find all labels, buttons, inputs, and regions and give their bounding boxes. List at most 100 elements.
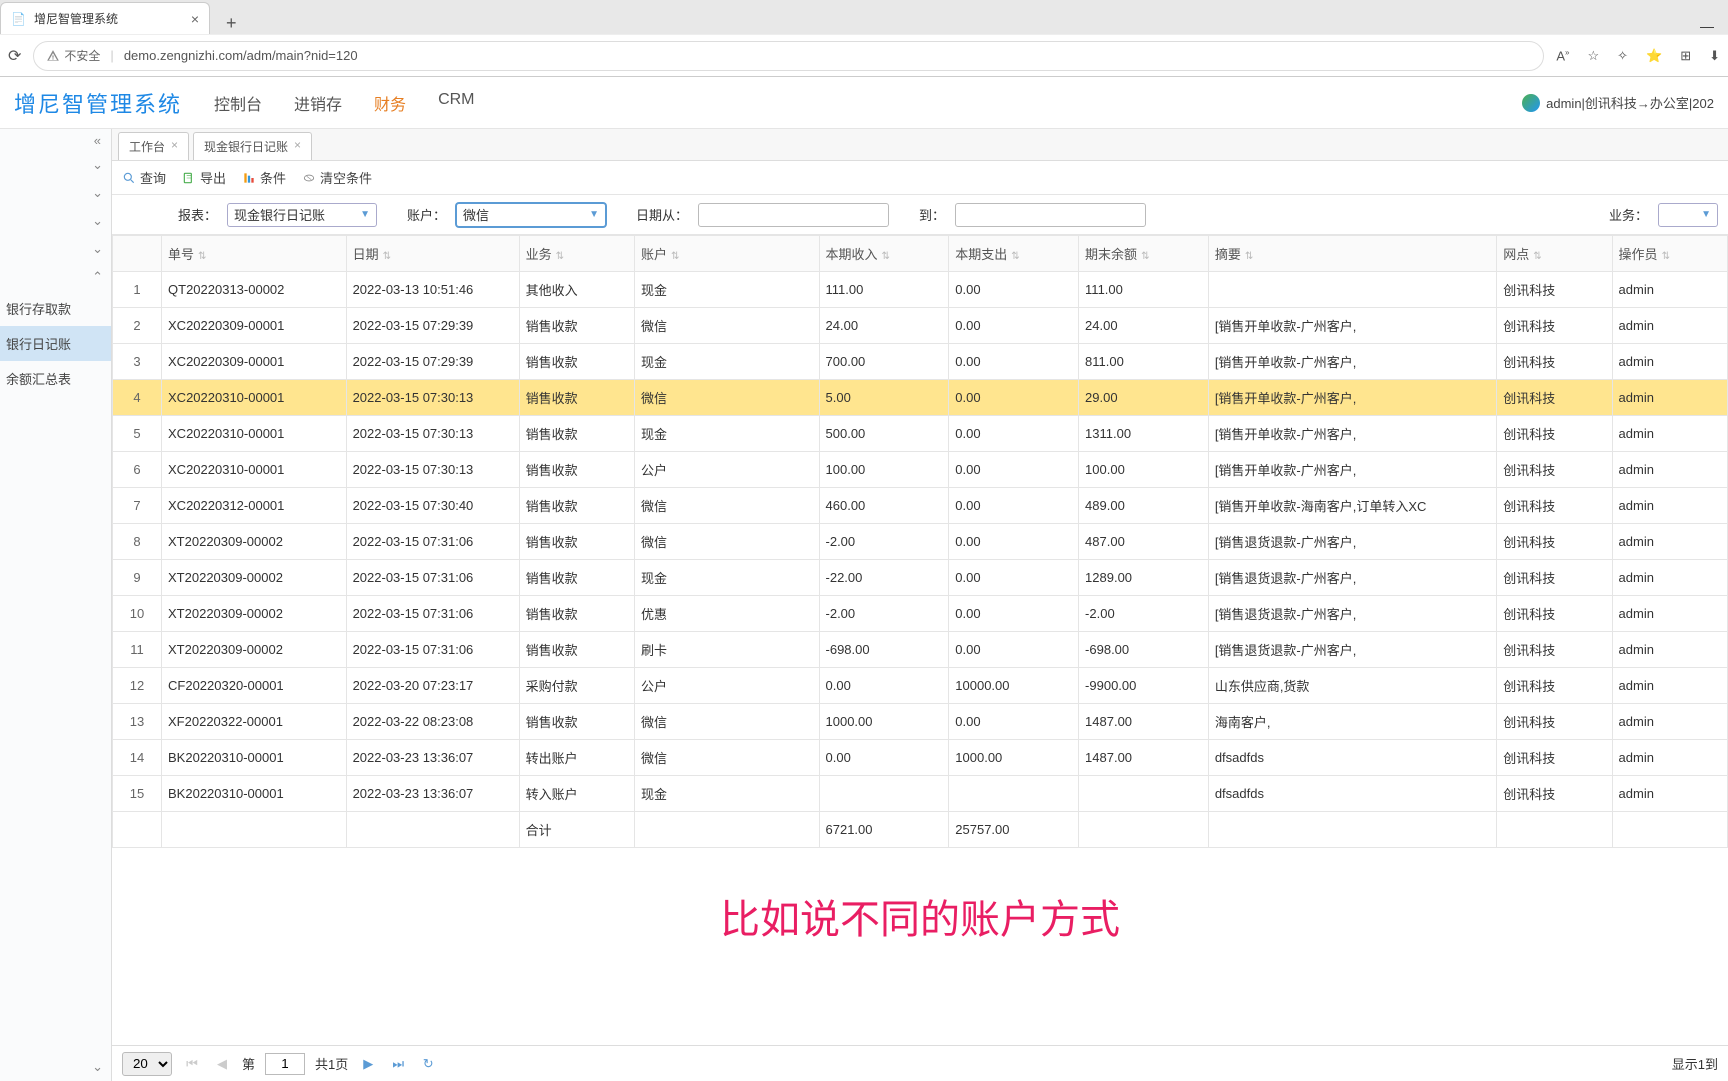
sidebar-section-toggle[interactable]: ⌄ [0, 207, 111, 235]
column-header[interactable]: 期末余额⇅ [1079, 236, 1209, 272]
total-pages-label: 共1页 [315, 1054, 348, 1073]
minimize-icon[interactable]: — [1700, 18, 1714, 34]
reload-button[interactable]: ↻ [418, 1056, 438, 1072]
table-row[interactable]: 11XT20220309-000022022-03-15 07:31:06销售收… [113, 632, 1728, 668]
table-row[interactable]: 15BK20220310-000012022-03-23 13:36:07转入账… [113, 776, 1728, 812]
page-input[interactable] [265, 1053, 305, 1075]
table-row[interactable]: 2XC20220309-000012022-03-15 07:29:39销售收款… [113, 308, 1728, 344]
next-page-button[interactable]: ▶ [358, 1056, 378, 1072]
collections-icon[interactable]: ⊞ [1680, 48, 1691, 64]
column-header[interactable]: 本期支出⇅ [949, 236, 1079, 272]
close-icon[interactable]: × [171, 138, 178, 155]
prev-page-button[interactable]: ◀ [212, 1056, 232, 1072]
table-row[interactable]: 12CF20220320-000012022-03-20 07:23:17采购付… [113, 668, 1728, 704]
page-label-prefix: 第 [242, 1054, 255, 1073]
column-header[interactable]: 摘要⇅ [1208, 236, 1496, 272]
column-header[interactable]: 操作员⇅ [1612, 236, 1727, 272]
account-select[interactable]: 微信 ▼ [456, 203, 606, 227]
inner-tab[interactable]: 现金银行日记账× [193, 132, 312, 160]
nav-item[interactable]: CRM [436, 87, 476, 119]
insecure-badge: 不安全 [46, 47, 100, 64]
column-header[interactable]: 单号⇅ [162, 236, 347, 272]
warning-icon [46, 49, 60, 63]
footer-row: 合计6721.0025757.00 [113, 812, 1728, 848]
export-button[interactable]: 导出 [182, 168, 226, 187]
search-button[interactable]: 查询 [122, 168, 166, 187]
sidebar-section-toggle[interactable]: ⌄ [0, 235, 111, 263]
user-info[interactable]: admin|创讯科技→办公室|202 [1522, 93, 1714, 112]
column-header[interactable]: 账户⇅ [634, 236, 819, 272]
row-number: 7 [113, 488, 162, 524]
table-row[interactable]: 7XC20220312-000012022-03-15 07:30:40销售收款… [113, 488, 1728, 524]
close-tab-icon[interactable]: × [191, 11, 199, 27]
nav-item[interactable]: 进销存 [292, 87, 344, 119]
chevron-down-icon: ▼ [360, 209, 370, 220]
table-row[interactable]: 9XT20220309-000022022-03-15 07:31:06销售收款… [113, 560, 1728, 596]
sidebar-section-toggle[interactable]: ⌄ [0, 151, 111, 179]
sidebar-item[interactable]: 银行日记账 [0, 326, 111, 361]
close-icon[interactable]: × [294, 138, 301, 155]
business-select[interactable]: ▼ [1658, 203, 1718, 227]
table-row[interactable]: 10XT20220309-000022022-03-15 07:31:06销售收… [113, 596, 1728, 632]
conditions-button[interactable]: 条件 [242, 168, 286, 187]
table-row[interactable]: 1QT20220313-000022022-03-13 10:51:46其他收入… [113, 272, 1728, 308]
star-icon[interactable]: ☆ [1587, 48, 1599, 64]
table-row[interactable]: 4XC20220310-000012022-03-15 07:30:13销售收款… [113, 380, 1728, 416]
rownum-header [113, 236, 162, 272]
sidebar-section-toggle[interactable]: ⌄ [0, 179, 111, 207]
report-select[interactable]: 现金银行日记账 ▼ [227, 203, 377, 227]
column-header[interactable]: 业务⇅ [519, 236, 634, 272]
nav-item[interactable]: 财务 [372, 87, 408, 119]
extension-icon[interactable]: ✧ [1617, 48, 1628, 64]
row-number: 3 [113, 344, 162, 380]
tab-title: 增尼智管理系统 [34, 10, 118, 27]
text-size-icon[interactable]: A» [1556, 48, 1569, 63]
url-box[interactable]: 不安全 | demo.zengnizhi.com/adm/main?nid=12… [33, 41, 1544, 71]
first-page-button[interactable]: ⏮ [182, 1056, 202, 1072]
app-title: 增尼智管理系统 [14, 87, 182, 119]
toolbar: 查询 导出 条件 清空条件 [112, 161, 1728, 195]
table-row[interactable]: 3XC20220309-000012022-03-15 07:29:39销售收款… [113, 344, 1728, 380]
favorites-icon[interactable]: ⭐ [1646, 48, 1662, 64]
date-from-input[interactable] [698, 203, 889, 227]
refresh-icon[interactable]: ⟳ [8, 46, 21, 66]
sidebar-item[interactable]: 余额汇总表 [0, 361, 111, 396]
filter-bar: 报表： 现金银行日记账 ▼ 账户： 微信 ▼ 日期从： 到： 业务： ▼ [112, 195, 1728, 235]
new-tab-button[interactable]: + [218, 13, 245, 34]
browser-action-icons: A» ☆ ✧ ⭐ ⊞ ⬇ [1556, 48, 1720, 64]
column-header[interactable]: 网点⇅ [1497, 236, 1612, 272]
table-row[interactable]: 14BK20220310-000012022-03-23 13:36:07转出账… [113, 740, 1728, 776]
inner-tab[interactable]: 工作台× [118, 132, 189, 160]
row-number: 15 [113, 776, 162, 812]
sidebar-collapse-icon[interactable]: « [0, 129, 111, 151]
last-page-button[interactable]: ⏭ [388, 1056, 408, 1072]
table-row[interactable]: 5XC20220310-000012022-03-15 07:30:13销售收款… [113, 416, 1728, 452]
chevron-down-icon: ▼ [589, 209, 599, 220]
column-header[interactable]: 本期收入⇅ [819, 236, 949, 272]
table-container[interactable]: 单号⇅日期⇅业务⇅账户⇅本期收入⇅本期支出⇅期末余额⇅摘要⇅网点⇅操作员⇅ 1Q… [112, 235, 1728, 1045]
browser-chrome: 📄 增尼智管理系统 × + — ⟳ 不安全 | demo.zengnizhi.c… [0, 0, 1728, 77]
sidebar-section-toggle[interactable]: ⌃ [0, 263, 111, 291]
video-subtitle-overlay: 比如说不同的账户方式 [720, 887, 1120, 945]
date-to-input[interactable] [955, 203, 1146, 227]
data-table: 单号⇅日期⇅业务⇅账户⇅本期收入⇅本期支出⇅期末余额⇅摘要⇅网点⇅操作员⇅ 1Q… [112, 235, 1728, 848]
row-number: 4 [113, 380, 162, 416]
page-size-select[interactable]: 20 [122, 1052, 172, 1076]
row-number: 1 [113, 272, 162, 308]
browser-tab[interactable]: 📄 增尼智管理系统 × [0, 2, 210, 34]
table-row[interactable]: 13XF20220322-000012022-03-22 08:23:08销售收… [113, 704, 1728, 740]
nav-item[interactable]: 控制台 [212, 87, 264, 119]
sidebar-item[interactable]: 银行存取款 [0, 291, 111, 326]
table-row[interactable]: 8XT20220309-000022022-03-15 07:31:06销售收款… [113, 524, 1728, 560]
column-header[interactable]: 日期⇅ [346, 236, 519, 272]
table-row[interactable]: 6XC20220310-000012022-03-15 07:30:13销售收款… [113, 452, 1728, 488]
pagination-info: 显示1到 [1672, 1054, 1718, 1073]
download-icon[interactable]: ⬇ [1709, 48, 1720, 64]
clear-icon [302, 171, 316, 185]
sidebar-section-toggle[interactable]: ⌄ [0, 1053, 111, 1081]
report-label: 报表： [178, 205, 217, 224]
chevron-down-icon: ▼ [1701, 209, 1711, 220]
clear-conditions-button[interactable]: 清空条件 [302, 168, 372, 187]
date-from-label: 日期从： [636, 205, 688, 224]
row-number: 6 [113, 452, 162, 488]
